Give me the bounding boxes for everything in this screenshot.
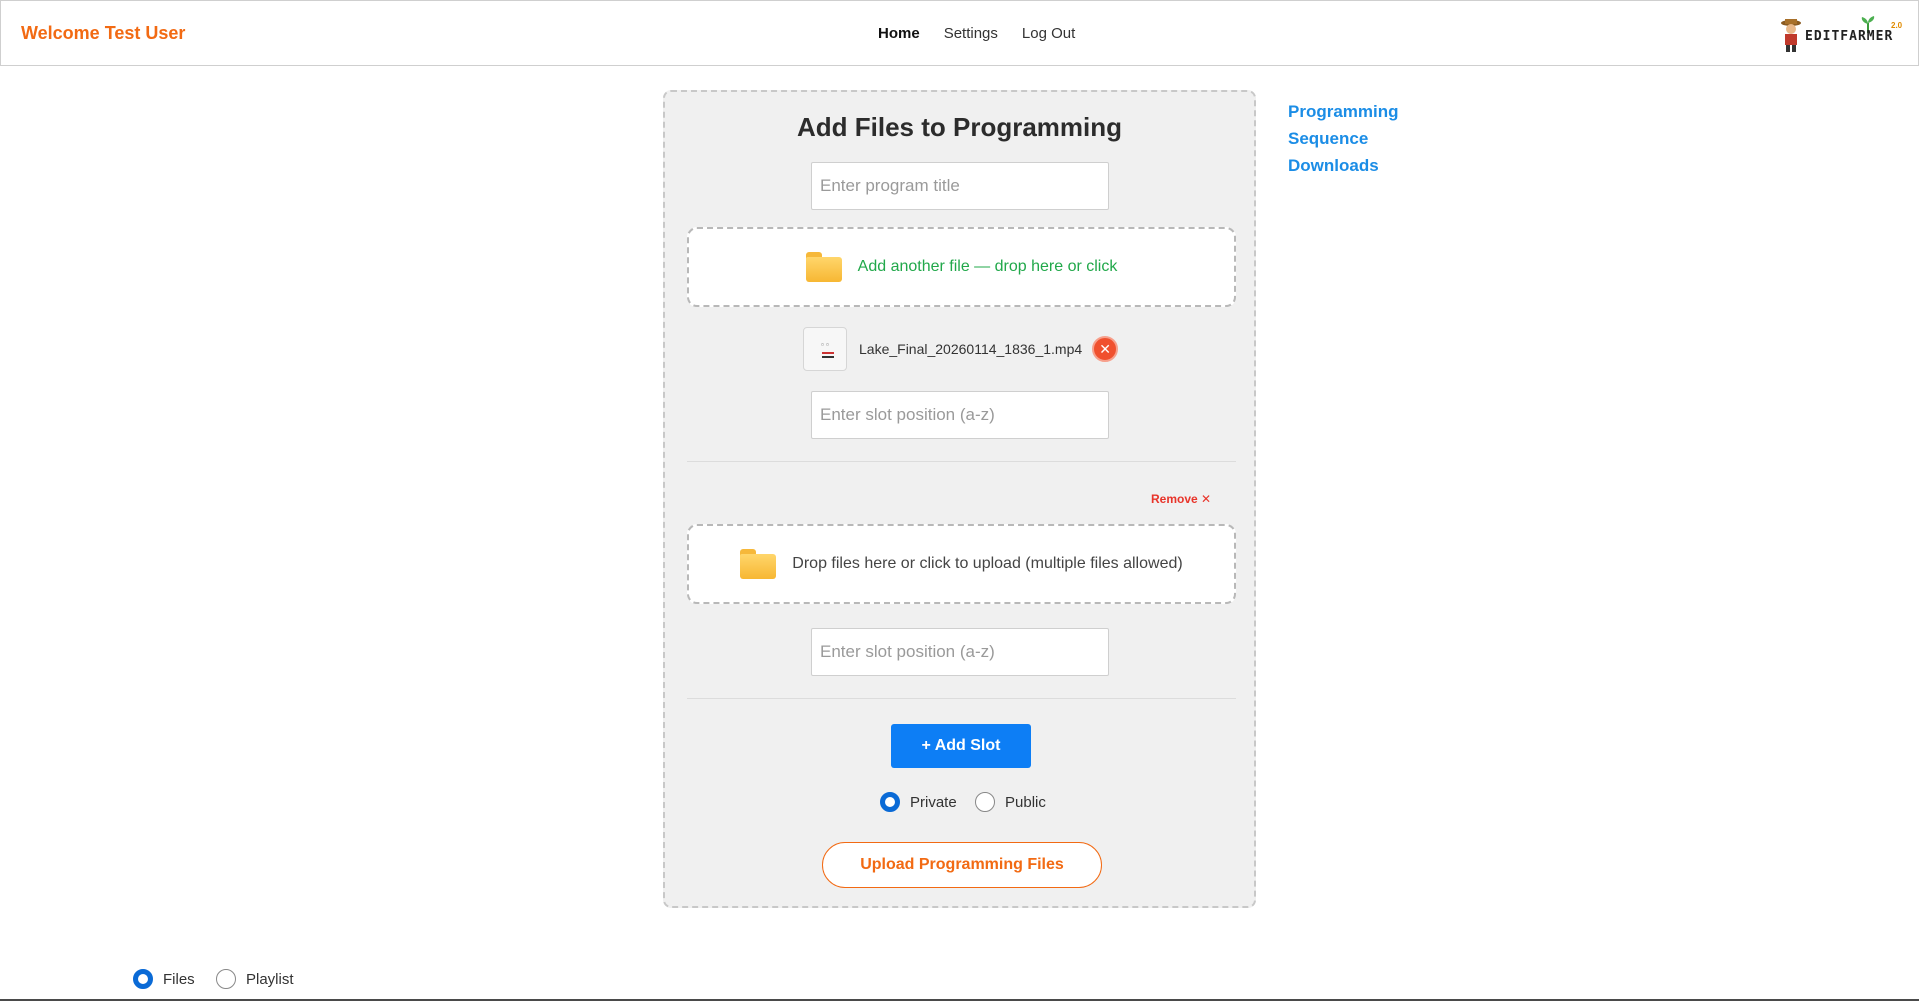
view-playlist-option[interactable]: Playlist [216,969,294,989]
remove-file-button[interactable]: ✕ [1092,336,1119,362]
nav-home[interactable]: Home [878,25,920,42]
file-name: Lake_Final_20260114_1836_1.mp4 [859,341,1083,357]
slot-2-position-input[interactable] [811,628,1109,676]
radio-unchecked-icon[interactable] [975,792,995,812]
welcome-text: Welcome Test User [21,23,186,43]
radio-label-playlist: Playlist [246,970,294,988]
add-files-card: Add Files to Programming Add another fil… [663,90,1256,908]
radio-checked-icon[interactable] [133,969,153,989]
visibility-private-option[interactable]: Private [880,792,957,812]
radio-label-public: Public [1005,793,1046,811]
slot-2-dropzone[interactable]: Drop files here or click to upload (mult… [687,524,1236,604]
top-bar: Welcome Test User Home Settings Log Out … [0,0,1919,66]
link-sequence[interactable]: Sequence [1288,125,1399,152]
nav-logout[interactable]: Log Out [1022,25,1075,42]
side-links: Programming Sequence Downloads [1288,98,1399,179]
slot-divider [687,698,1236,699]
program-title-input[interactable] [811,162,1109,210]
upload-programming-files-button[interactable]: Upload Programming Files [822,842,1102,888]
view-files-option[interactable]: Files [133,969,195,989]
link-downloads[interactable]: Downloads [1288,152,1399,179]
radio-unchecked-icon[interactable] [216,969,236,989]
logo-text: EDITFARMER [1805,29,1894,44]
visibility-public-option[interactable]: Public [975,792,1046,812]
farmer-mascot-icon [1781,19,1801,52]
slot-divider [687,461,1236,462]
main-nav: Home Settings Log Out [878,25,1099,42]
nav-settings[interactable]: Settings [944,25,998,42]
link-programming[interactable]: Programming [1288,98,1399,125]
uploaded-file-item: ▫ ▫ Lake_Final_20260114_1836_1.mp4 ✕ [803,326,1119,372]
add-slot-button[interactable]: + Add Slot [891,724,1031,768]
editfarmer-logo[interactable]: EDITFARMER 2.0 [1779,15,1903,53]
close-icon: ✕ [1099,340,1112,357]
radio-checked-icon[interactable] [880,792,900,812]
card-title: Add Files to Programming [796,112,1123,142]
slot-2-dropzone-text: Drop files here or click to upload (mult… [792,555,1183,572]
slot-1-dropzone-text: Add another file — drop here or click [857,258,1118,275]
radio-label-private: Private [910,793,957,811]
slot-1-dropzone[interactable]: Add another file — drop here or click [687,227,1236,307]
slot-1-position-input[interactable] [811,391,1109,439]
video-thumbnail: ▫ ▫ [803,327,847,371]
logo-version: 2.0 [1891,21,1903,30]
folder-icon [740,549,777,579]
radio-label-files: Files [163,970,195,988]
folder-icon [805,252,842,282]
remove-slot-button[interactable]: Remove ✕ [1151,492,1211,506]
